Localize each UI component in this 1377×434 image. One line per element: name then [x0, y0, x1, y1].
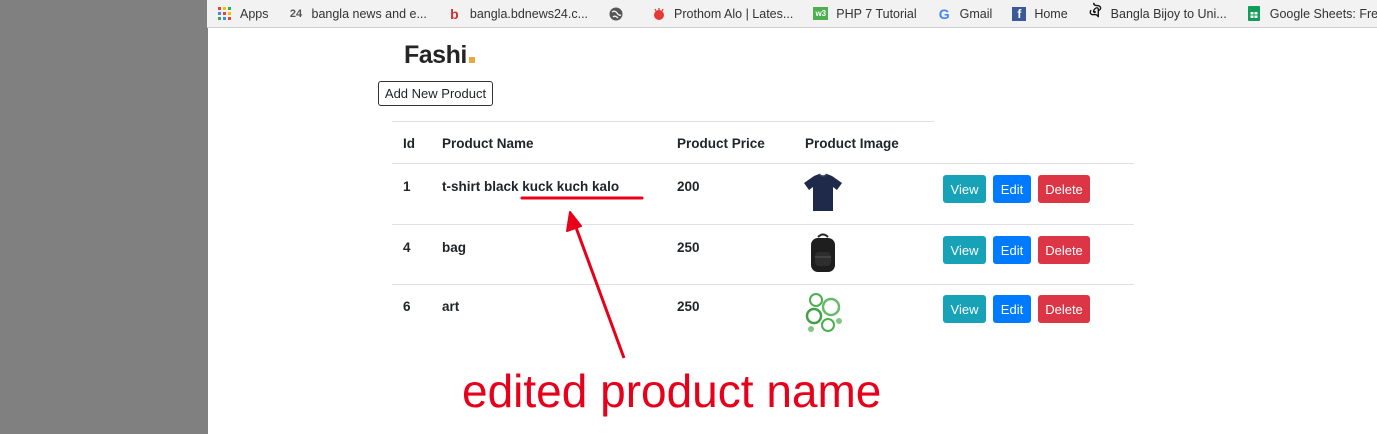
bookmark-php7[interactable]: w3 PHP 7 Tutorial	[803, 0, 926, 27]
bookmark-bdnews24[interactable]: b bangla.bdnews24.c...	[437, 0, 598, 27]
bookmark-label: Home	[1034, 6, 1068, 21]
annotation-text: edited product name	[462, 365, 882, 417]
bookmark-label: PHP 7 Tutorial	[836, 6, 917, 21]
w3-icon: w3	[813, 7, 829, 20]
bookmark-label: Google Sheets: Free...	[1269, 6, 1377, 21]
bdnews-icon: b	[450, 5, 459, 22]
apps-grid-icon	[217, 6, 232, 21]
globe-icon	[608, 6, 623, 21]
news24-icon: 24	[289, 7, 303, 20]
bookmark-label: Apps	[240, 6, 269, 21]
bookmark-globe[interactable]	[598, 0, 641, 27]
sheets-icon	[1247, 6, 1262, 21]
bookmark-gmail[interactable]: G Gmail	[927, 0, 1003, 27]
bookmark-bijoy[interactable]: ঐ Bangla Bijoy to Uni...	[1078, 0, 1237, 27]
bookmarks-bar: Apps 24 bangla news and e... b bangla.bd…	[207, 0, 1377, 28]
bookmark-label: Bangla Bijoy to Uni...	[1110, 6, 1227, 21]
bookmark-prothom-alo[interactable]: Prothom Alo | Lates...	[641, 0, 803, 27]
google-icon: G	[938, 5, 950, 22]
page-content: Fashi Add New Product Id Product Name Pr…	[208, 28, 1377, 434]
bijoy-icon: ঐ	[1089, 4, 1102, 21]
bookmark-label: bangla.bdnews24.c...	[469, 6, 589, 21]
bookmark-label: bangla news and e...	[311, 6, 427, 21]
bookmark-apps[interactable]: Apps	[207, 0, 279, 27]
prothomalo-icon	[651, 6, 666, 21]
facebook-icon: f	[1012, 6, 1027, 21]
bookmark-label: Gmail	[959, 6, 993, 21]
bookmark-label: Prothom Alo | Lates...	[674, 6, 794, 21]
bookmark-google-sheets[interactable]: Google Sheets: Free...	[1237, 0, 1377, 27]
bookmark-bangla-news[interactable]: 24 bangla news and e...	[279, 0, 437, 27]
bookmark-home[interactable]: f Home	[1002, 0, 1077, 27]
